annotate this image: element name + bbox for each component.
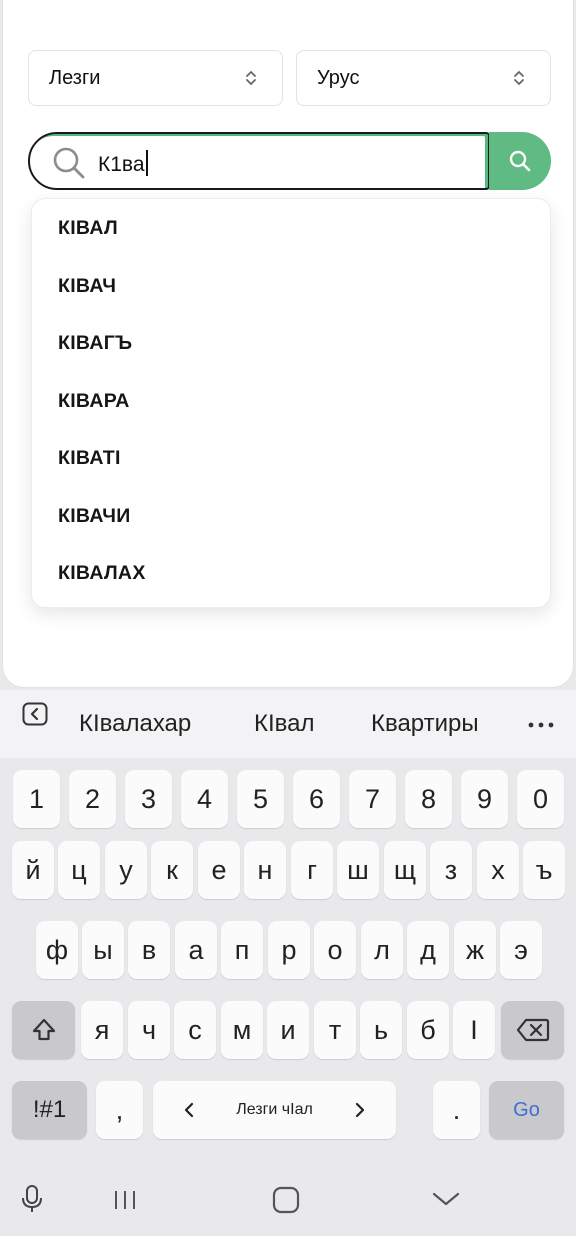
space-key[interactable]: Лезги чIал <box>153 1081 396 1139</box>
key[interactable]: 6 <box>293 770 340 828</box>
key[interactable]: х <box>477 841 519 899</box>
key[interactable]: р <box>268 921 310 979</box>
mic-icon[interactable] <box>20 1184 44 1214</box>
space-key-label: Лезги чIал <box>236 1101 313 1118</box>
suggestion-item[interactable]: КIВАГЪ <box>58 332 132 355</box>
key[interactable]: и <box>267 1001 309 1059</box>
key[interactable]: й <box>12 841 54 899</box>
key[interactable]: ф <box>36 921 78 979</box>
key[interactable]: о <box>314 921 356 979</box>
home-icon[interactable] <box>272 1186 300 1214</box>
suggestion-item[interactable]: КIВАЛАХ <box>58 562 146 585</box>
chevron-updown-icon <box>246 70 256 86</box>
suggestion-item[interactable]: КIВАЛ <box>58 217 118 240</box>
chevron-right-icon <box>355 1102 365 1118</box>
search-icon <box>509 150 531 172</box>
suggestion-item[interactable]: КIВАРА <box>58 390 130 413</box>
key[interactable]: л <box>361 921 403 979</box>
key[interactable]: а <box>175 921 217 979</box>
prediction-item[interactable]: Квартиры <box>371 710 479 738</box>
key[interactable]: т <box>314 1001 356 1059</box>
key[interactable]: м <box>221 1001 263 1059</box>
key[interactable]: к <box>151 841 193 899</box>
key[interactable]: п <box>221 921 263 979</box>
key[interactable]: ь <box>360 1001 402 1059</box>
app-card: Лезги Урус К1ва КIВАЛ КIВАЧ КIВАГЪ КIВАР… <box>2 0 574 688</box>
key[interactable]: г <box>291 841 333 899</box>
shift-icon <box>32 1018 55 1041</box>
key[interactable]: 4 <box>181 770 228 828</box>
navigation-bar <box>0 1158 576 1236</box>
keyboard-suggestion-bar: КIвалахар КIвал Квартиры <box>0 690 576 758</box>
key[interactable]: е <box>198 841 240 899</box>
recents-icon[interactable] <box>113 1188 137 1212</box>
key[interactable]: ц <box>58 841 100 899</box>
target-language-select[interactable]: Урус <box>296 50 551 106</box>
key[interactable]: в <box>128 921 170 979</box>
shift-key[interactable] <box>12 1001 75 1059</box>
key[interactable]: 0 <box>517 770 564 828</box>
key[interactable]: ш <box>337 841 379 899</box>
suggestions-dropdown: КIВАЛ КIВАЧ КIВАГЪ КIВАРА КIВАТI КIВАЧИ … <box>31 198 551 608</box>
key[interactable]: 9 <box>461 770 508 828</box>
key[interactable]: 1 <box>13 770 60 828</box>
key[interactable]: з <box>430 841 472 899</box>
key[interactable]: ъ <box>523 841 565 899</box>
go-key[interactable]: Go <box>489 1081 564 1139</box>
suggestion-item[interactable]: КIВАЧИ <box>58 505 131 528</box>
suggestion-item[interactable]: КIВАТI <box>58 447 121 470</box>
key[interactable]: 7 <box>349 770 396 828</box>
key[interactable]: 2 <box>69 770 116 828</box>
key[interactable]: э <box>500 921 542 979</box>
source-language-select[interactable]: Лезги <box>28 50 283 106</box>
backspace-key[interactable] <box>501 1001 564 1059</box>
down-chevron-icon[interactable] <box>431 1191 461 1207</box>
keyboard: 1 2 3 4 5 6 7 8 9 0 й ц у к е н г ш щ з … <box>0 758 576 1158</box>
key[interactable]: 3 <box>125 770 172 828</box>
chevron-left-icon <box>184 1102 194 1118</box>
source-language-label: Лезги <box>49 66 101 89</box>
period-key[interactable]: . <box>433 1081 480 1139</box>
comma-key[interactable]: , <box>96 1081 143 1139</box>
search-button[interactable] <box>489 132 551 190</box>
backspace-icon <box>516 1018 549 1042</box>
key[interactable]: ч <box>128 1001 170 1059</box>
key[interactable]: ж <box>454 921 496 979</box>
key[interactable]: н <box>244 841 286 899</box>
suggestion-item[interactable]: КIВАЧ <box>58 275 116 298</box>
key[interactable]: б <box>407 1001 449 1059</box>
key[interactable]: я <box>81 1001 123 1059</box>
key[interactable]: I <box>453 1001 495 1059</box>
key[interactable]: д <box>407 921 449 979</box>
key[interactable]: щ <box>384 841 426 899</box>
chevron-updown-icon <box>514 70 524 86</box>
prediction-item[interactable]: КIвал <box>254 710 314 738</box>
key[interactable]: у <box>105 841 147 899</box>
search-icon <box>53 147 85 179</box>
search-input[interactable]: К1ва <box>28 132 490 190</box>
more-icon[interactable] <box>528 722 554 728</box>
symbols-key[interactable]: !#1 <box>12 1081 87 1139</box>
search-bar: К1ва <box>28 132 551 190</box>
key[interactable]: 8 <box>405 770 452 828</box>
search-input-value: К1ва <box>98 150 148 177</box>
key[interactable]: 5 <box>237 770 284 828</box>
back-icon[interactable] <box>22 702 48 726</box>
target-language-label: Урус <box>317 66 360 89</box>
key[interactable]: ы <box>82 921 124 979</box>
key[interactable]: с <box>174 1001 216 1059</box>
prediction-item[interactable]: КIвалахар <box>79 710 191 738</box>
